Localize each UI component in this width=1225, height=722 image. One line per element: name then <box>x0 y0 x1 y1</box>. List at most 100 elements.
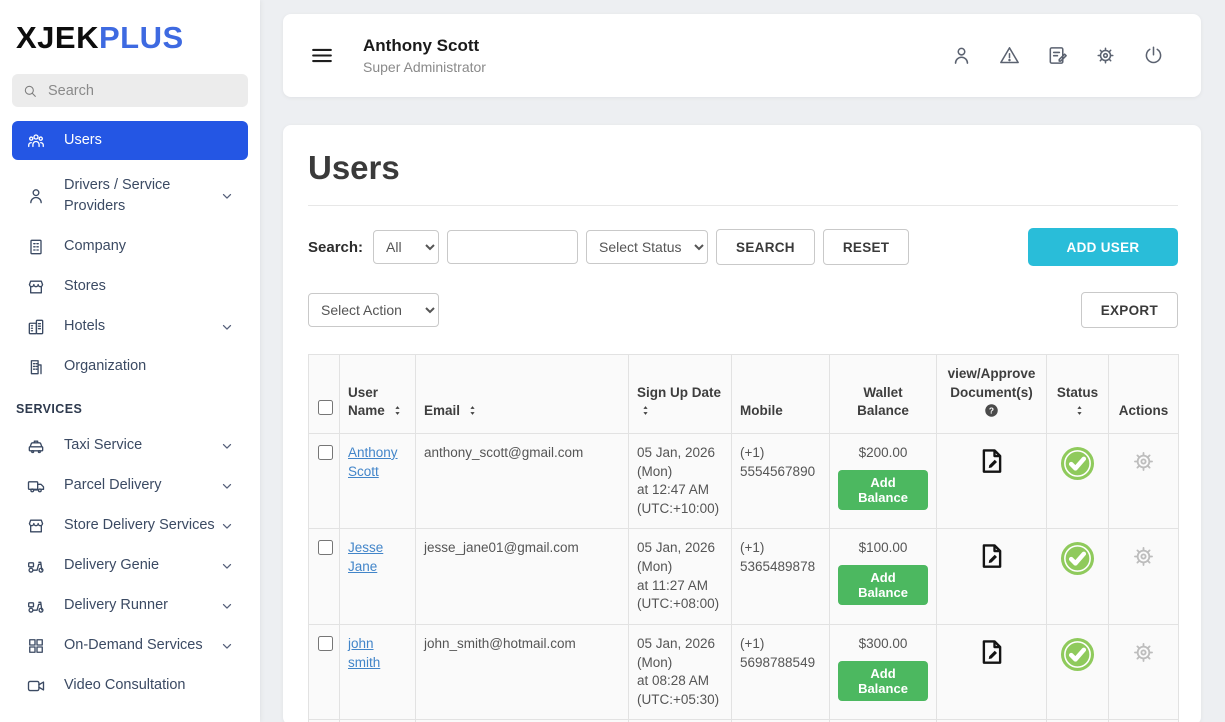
sidebar-search[interactable] <box>12 74 248 107</box>
row-checkbox-cell <box>309 433 340 529</box>
sort-icon[interactable] <box>467 405 478 416</box>
column-header-sign-up-date[interactable]: Sign Up Date <box>629 355 732 434</box>
reports-icon[interactable] <box>1046 44 1069 67</box>
signup-date-cell: 05 Jan, 2026 (Mon)at 08:28 AM (UTC:+05:3… <box>629 624 732 720</box>
chevron-down-icon <box>220 559 234 573</box>
page-title: Users <box>308 149 1178 187</box>
sidebar-item-organization[interactable]: Organization <box>12 347 248 386</box>
sidebar-item-delivery-genie[interactable]: Delivery Genie <box>12 546 248 585</box>
export-button[interactable]: EXPORT <box>1081 292 1178 328</box>
bulk-action-select[interactable]: Select Action <box>308 293 439 327</box>
logout-icon[interactable] <box>1142 44 1165 67</box>
status-active-icon[interactable] <box>1060 637 1095 672</box>
sidebar-item-users[interactable]: Users <box>12 121 248 160</box>
email-cell: anthony_scott@gmail.com <box>416 433 629 529</box>
sidebar-search-input[interactable] <box>46 82 238 100</box>
settings-icon[interactable] <box>1094 44 1117 67</box>
topbar: Anthony Scott Super Administrator <box>283 14 1201 97</box>
search-button[interactable]: SEARCH <box>716 229 815 265</box>
add-balance-button[interactable]: Add Balance <box>838 661 928 701</box>
sidebar-item-delivery-runner[interactable]: Delivery Runner <box>12 586 248 625</box>
sidebar-item-on-demand-services[interactable]: On-Demand Services <box>12 626 248 665</box>
wallet-balance: $300.00 <box>838 635 928 654</box>
search-field-select[interactable]: All <box>373 230 439 264</box>
mobile-cell: (+1) 5365489878 <box>732 529 830 625</box>
grid-icon <box>26 636 46 656</box>
user-name-link[interactable]: Jesse Jane <box>348 540 383 574</box>
wallet-balance: $100.00 <box>838 539 928 558</box>
sidebar-item-video-consultation[interactable]: Video Consultation <box>12 666 248 705</box>
row-actions-gear-icon[interactable] <box>1130 639 1157 666</box>
chevron-down-icon <box>220 189 234 203</box>
chevron-down-icon <box>220 320 234 334</box>
user-name-link[interactable]: john smith <box>348 636 380 670</box>
select-all-checkbox[interactable] <box>318 400 333 415</box>
view-document-icon[interactable] <box>977 541 1007 571</box>
add-user-button[interactable]: ADD USER <box>1028 228 1178 266</box>
organization-icon <box>26 357 46 377</box>
column-header-status[interactable]: Status <box>1047 355 1109 434</box>
view-document-icon[interactable] <box>977 637 1007 667</box>
svg-text:?: ? <box>989 406 994 416</box>
sidebar-services-nav: Taxi ServiceParcel DeliveryStore Deliver… <box>0 426 260 705</box>
row-checkbox[interactable] <box>318 636 333 651</box>
search-label: Search: <box>308 239 363 256</box>
column-header-user-name[interactable]: User Name <box>340 355 416 434</box>
mobile-cell: (+1) 5698788549 <box>732 624 830 720</box>
add-balance-button[interactable]: Add Balance <box>838 470 928 510</box>
scooter-icon <box>26 556 46 576</box>
status-active-icon[interactable] <box>1060 446 1095 481</box>
sort-icon[interactable] <box>392 405 403 416</box>
wallet-cell: $200.00Add Balance <box>830 433 937 529</box>
status-cell <box>1047 624 1109 720</box>
row-checkbox[interactable] <box>318 540 333 555</box>
sidebar-item-hotels[interactable]: Hotels <box>12 307 248 346</box>
search-term-input[interactable] <box>447 230 578 264</box>
sidebar-item-store-delivery-services[interactable]: Store Delivery Services <box>12 506 248 545</box>
user-name-link[interactable]: Anthony Scott <box>348 445 398 479</box>
user-name-cell: Anthony Scott <box>340 433 416 529</box>
taxi-icon <box>26 436 46 456</box>
table-row: john smithjohn_smith@hotmail.com05 Jan, … <box>309 624 1179 720</box>
row-checkbox-cell <box>309 529 340 625</box>
column-header-checkbox <box>309 355 340 434</box>
actions-cell <box>1109 624 1179 720</box>
row-actions-gear-icon[interactable] <box>1130 448 1157 475</box>
sidebar: XJEKPLUS Users Drivers / Service Provider… <box>0 0 260 722</box>
status-active-icon[interactable] <box>1060 541 1095 576</box>
scooter-icon <box>26 596 46 616</box>
status-select[interactable]: Select Status <box>586 230 708 264</box>
column-header-view-approve-document-s: view/Approve Document(s) ? <box>937 355 1047 434</box>
actions-cell <box>1109 433 1179 529</box>
search-icon <box>22 83 38 99</box>
sort-icon[interactable] <box>640 405 651 416</box>
profile-icon[interactable] <box>950 44 973 67</box>
sidebar-item-parcel-delivery[interactable]: Parcel Delivery <box>12 466 248 505</box>
person-icon <box>26 186 46 206</box>
store-icon <box>26 516 46 536</box>
add-balance-button[interactable]: Add Balance <box>838 565 928 605</box>
menu-toggle-icon[interactable] <box>311 48 333 63</box>
signup-date-cell: 05 Jan, 2026 (Mon)at 12:47 AM (UTC:+10:0… <box>629 433 732 529</box>
row-checkbox[interactable] <box>318 445 333 460</box>
help-icon[interactable]: ? <box>984 403 999 418</box>
main-area: Anthony Scott Super Administrator Users … <box>260 0 1225 722</box>
brand-logo: XJEKPLUS <box>0 0 260 68</box>
reset-button[interactable]: RESET <box>823 229 910 265</box>
sort-icon[interactable] <box>1074 405 1085 416</box>
view-document-icon[interactable] <box>977 446 1007 476</box>
sidebar-item-taxi-service[interactable]: Taxi Service <box>12 426 248 465</box>
users-panel: Users Search: All Select Status SEARCH R… <box>283 125 1201 722</box>
topbar-icons <box>950 44 1165 67</box>
sidebar-item-stores[interactable]: Stores <box>12 267 248 306</box>
filter-row: Search: All Select Status SEARCH RESET A… <box>308 228 1178 266</box>
row-actions-gear-icon[interactable] <box>1130 543 1157 570</box>
sidebar-item-company[interactable]: Company <box>12 227 248 266</box>
alerts-icon[interactable] <box>998 44 1021 67</box>
sidebar-main-nav: Users Drivers / Service ProvidersCompanyS… <box>0 121 260 386</box>
hotel-icon <box>26 317 46 337</box>
brand-logo-black: XJEK <box>16 20 99 55</box>
sidebar-item-drivers-service-providers[interactable]: Drivers / Service Providers <box>12 166 248 226</box>
column-header-email[interactable]: Email <box>416 355 629 434</box>
wallet-cell: $100.00 Add Balance <box>830 529 937 625</box>
